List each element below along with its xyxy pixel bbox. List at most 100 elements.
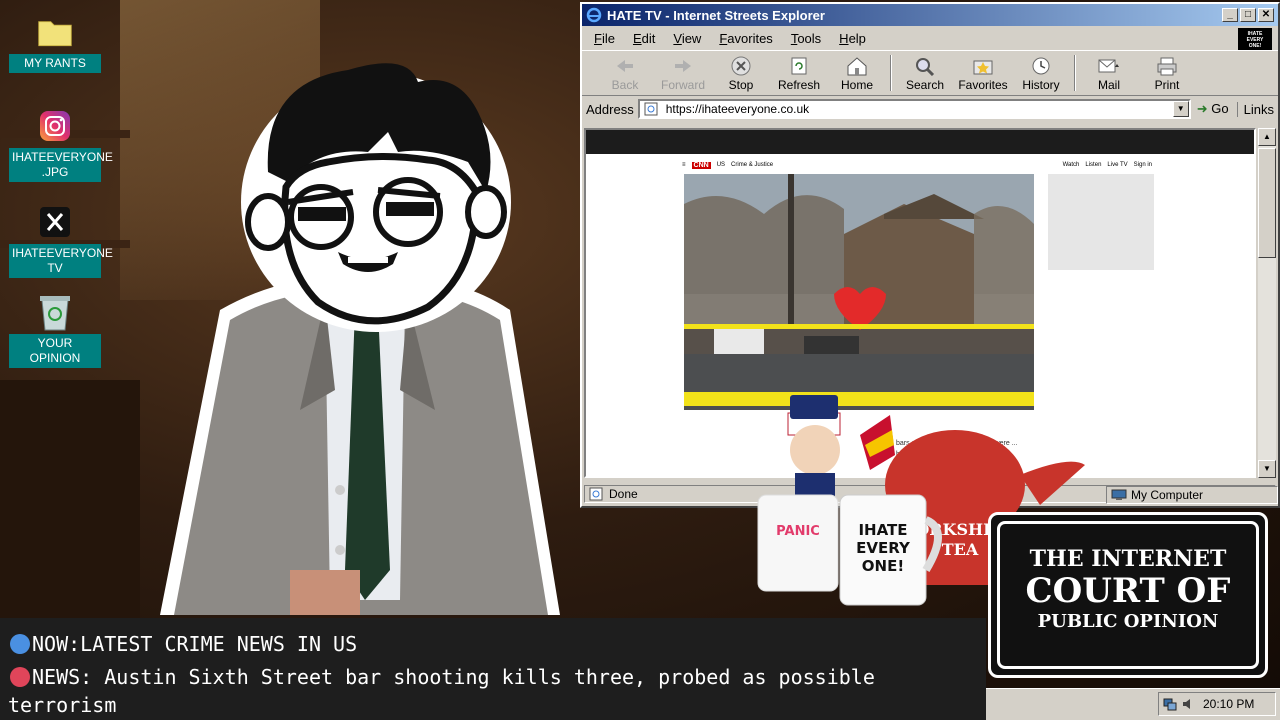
links-button[interactable]: Links xyxy=(1236,101,1274,117)
menu-file[interactable]: File xyxy=(594,31,615,46)
court-sign-line1: THE INTERNET xyxy=(1029,546,1227,572)
embedded-browser-chrome xyxy=(586,130,1254,154)
refresh-button[interactable]: Refresh xyxy=(770,54,828,92)
cartoon-head xyxy=(241,63,511,332)
hero-photo xyxy=(684,174,1034,410)
x-logo-icon xyxy=(37,204,73,240)
desktop-icon-recycle-bin[interactable]: YOUR OPINION xyxy=(8,294,102,368)
volume-icon[interactable] xyxy=(1181,697,1195,711)
brand-logo: IHATE EVERY ONE! xyxy=(1238,28,1272,50)
news-section[interactable]: Crime & Justice xyxy=(731,162,773,168)
nav-watch[interactable]: Watch xyxy=(1063,162,1080,168)
red-dot-icon xyxy=(10,667,30,687)
court-sign: THE INTERNET COURT OF PUBLIC OPINION xyxy=(988,512,1268,678)
history-label: History xyxy=(1022,78,1060,92)
home-label: Home xyxy=(840,78,873,92)
hamburger-icon[interactable]: ≡ xyxy=(682,162,686,168)
court-sign-line3: PUBLIC OPINION xyxy=(1037,611,1219,632)
toolbar-separator xyxy=(890,55,892,91)
svg-text:TEA: TEA xyxy=(942,540,979,559)
window-title: HATE TV - Internet Streets Explorer xyxy=(607,7,825,23)
forward-button[interactable]: Forward xyxy=(654,54,712,92)
print-button[interactable]: Print xyxy=(1138,54,1196,92)
menu-edit[interactable]: Edit xyxy=(633,31,655,46)
stop-icon xyxy=(712,54,770,78)
address-url: https://ihateeveryone.co.uk xyxy=(665,102,810,116)
desktop-icon-label: MY RANTS xyxy=(9,54,101,73)
printer-icon xyxy=(1138,54,1196,78)
go-button[interactable]: ➜ Go xyxy=(1197,101,1229,117)
nav-listen[interactable]: Listen xyxy=(1085,162,1101,168)
scroll-thumb[interactable] xyxy=(1258,148,1276,258)
vertical-scrollbar[interactable]: ▲ ▼ xyxy=(1258,128,1276,478)
search-button[interactable]: Search xyxy=(896,54,954,92)
page-status-icon xyxy=(589,487,603,501)
desktop-icon-label: IHATEEVERYONE .JPG xyxy=(9,148,113,182)
tray-clock[interactable]: 20:10 PM xyxy=(1203,697,1254,711)
desktop-icon-label: YOUR OPINION xyxy=(9,334,101,368)
back-button[interactable]: Back xyxy=(596,54,654,92)
minimize-button[interactable]: _ xyxy=(1222,8,1238,22)
svg-text:PANIC: PANIC xyxy=(776,524,820,539)
back-label: Back xyxy=(611,78,639,92)
mail-button[interactable]: Mail xyxy=(1080,54,1138,92)
news-region[interactable]: US xyxy=(717,162,725,168)
ticker-line-news-cont: terrorism xyxy=(8,693,117,717)
system-tray: 20:10 PM xyxy=(1158,692,1276,716)
toolbar: Back Forward Stop Refresh Home Search Fa… xyxy=(582,50,1278,96)
search-icon xyxy=(896,54,954,78)
address-dropdown-button[interactable]: ▼ xyxy=(1172,101,1189,117)
status-done: Done xyxy=(609,487,638,501)
search-label: Search xyxy=(905,78,945,92)
desktop-icon-instagram[interactable]: IHATEEVERYONE .JPG xyxy=(8,108,113,182)
background-bench xyxy=(0,380,140,620)
desktop-icon-label: IHATEEVERYONE TV xyxy=(9,244,113,278)
news-nav: ≡ CNN US Crime & Justice Watch Listen Li… xyxy=(682,160,1152,170)
news-ticker: NOW:LATEST CRIME NEWS IN US NEWS: Austin… xyxy=(0,618,986,720)
mail-label: Mail xyxy=(1097,78,1120,92)
court-sign-line2: COURT OF xyxy=(1025,571,1231,611)
maximize-button[interactable]: □ xyxy=(1240,8,1256,22)
desktop-icon-tv[interactable]: IHATEEVERYONE TV xyxy=(8,204,113,278)
cnn-logo[interactable]: CNN xyxy=(691,161,711,169)
scroll-up-button[interactable]: ▲ xyxy=(1258,128,1276,146)
history-button[interactable]: History xyxy=(1012,54,1070,92)
folder-icon xyxy=(37,14,73,50)
recycle-bin-icon xyxy=(37,294,73,331)
desktop-icon-my-rants[interactable]: MY RANTS xyxy=(8,14,102,73)
address-input[interactable]: https://ihateeveryone.co.uk ▼ xyxy=(637,99,1191,119)
back-arrow-icon xyxy=(596,54,654,78)
menu-view[interactable]: View xyxy=(673,31,701,46)
address-bar: Address https://ihateeveryone.co.uk ▼ ➜ … xyxy=(582,96,1278,122)
status-zone: My Computer xyxy=(1106,486,1278,504)
status-zone-label: My Computer xyxy=(1131,488,1204,502)
favorites-icon xyxy=(954,54,1012,78)
ticker-line-news: NEWS: Austin Sixth Street bar shooting k… xyxy=(10,665,875,689)
nav-sign-in[interactable]: Sign in xyxy=(1134,162,1152,168)
ticker-line-now: NOW:LATEST CRIME NEWS IN US xyxy=(10,632,357,656)
stop-label: Stop xyxy=(728,78,754,92)
scroll-down-button[interactable]: ▼ xyxy=(1258,460,1276,478)
ie-logo-icon xyxy=(586,7,602,23)
ad-placeholder xyxy=(1048,174,1154,270)
close-button[interactable]: ✕ xyxy=(1258,8,1274,22)
go-label: Go xyxy=(1211,101,1229,116)
network-icon[interactable] xyxy=(1163,697,1177,711)
nav-live-tv[interactable]: Live TV xyxy=(1107,162,1127,168)
computer-icon xyxy=(1111,489,1127,500)
svg-text:ONE!: ONE! xyxy=(862,557,904,575)
menu-help[interactable]: Help xyxy=(839,31,866,46)
mail-icon xyxy=(1080,54,1138,78)
menu-favorites[interactable]: Favorites xyxy=(719,31,772,46)
menu-bar: File Edit View Favorites Tools Help IHAT… xyxy=(582,26,1278,50)
forward-label: Forward xyxy=(660,78,705,92)
address-label: Address xyxy=(586,101,634,117)
forward-arrow-icon xyxy=(654,54,712,78)
home-button[interactable]: Home xyxy=(828,54,886,92)
stop-button[interactable]: Stop xyxy=(712,54,770,92)
refresh-label: Refresh xyxy=(777,78,821,92)
favorites-button[interactable]: Favorites xyxy=(954,54,1012,92)
blue-dot-icon xyxy=(10,634,30,654)
menu-tools[interactable]: Tools xyxy=(791,31,821,46)
refresh-icon xyxy=(770,54,828,78)
